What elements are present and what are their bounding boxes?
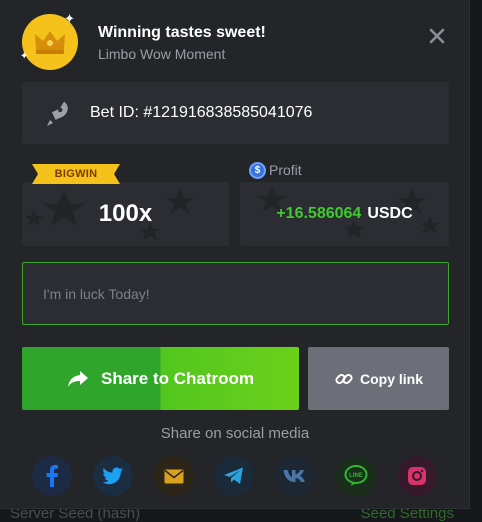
copy-button-label: Copy link — [359, 370, 423, 387]
social-media-label: Share on social media — [160, 425, 310, 442]
share-arrow-icon — [67, 370, 88, 387]
usdc-coin-icon: $ — [249, 161, 266, 179]
instagram-icon — [408, 467, 426, 485]
modal-header: ✦ ✦ Winning tastes sweet! Limbo Wow Mome… — [20, 12, 462, 72]
rocket-icon — [47, 101, 68, 126]
facebook-icon — [46, 465, 58, 487]
profit-card: +16.586064 USDC — [240, 182, 449, 246]
share-win-modal: ✦ ✦ Winning tastes sweet! Limbo Wow Mome… — [0, 0, 470, 509]
svg-text:LINE: LINE — [349, 473, 363, 479]
twitter-icon — [102, 467, 123, 485]
profit-label: Profit — [269, 162, 302, 178]
share-to-chatroom-button[interactable]: Share to Chatroom — [22, 347, 299, 410]
link-icon — [335, 373, 353, 384]
bigwin-label: BIGWIN — [54, 168, 98, 180]
vk-icon — [283, 470, 305, 482]
close-icon — [429, 28, 445, 44]
twitter-share-button[interactable] — [93, 456, 133, 496]
message-field[interactable] — [22, 262, 449, 325]
bigwin-card: 100x — [22, 182, 229, 246]
profit-currency: USDC — [367, 205, 413, 222]
instagram-share-button[interactable] — [397, 456, 437, 496]
bet-id-row: Bet ID: #121916838585041076 — [22, 82, 449, 144]
message-input[interactable] — [23, 263, 448, 324]
profit-header: $ Profit — [249, 160, 302, 180]
share-button-label: Share to Chatroom — [100, 368, 255, 388]
line-icon: LINE — [344, 465, 368, 486]
modal-title: Winning tastes sweet! — [98, 24, 266, 41]
telegram-icon — [224, 467, 243, 484]
close-button[interactable] — [425, 24, 449, 48]
telegram-share-button[interactable] — [214, 456, 254, 496]
copy-link-button[interactable]: Copy link — [308, 347, 449, 410]
mail-share-button[interactable] — [154, 456, 194, 496]
bigwin-ribbon: BIGWIN — [32, 164, 120, 184]
crown-badge-icon: ✦ ✦ — [20, 12, 78, 70]
profit-value: +16.586064 USDC — [240, 182, 449, 246]
multiplier-value: 100x — [98, 200, 153, 227]
profit-amount: +16.586064 — [276, 205, 362, 222]
mail-icon — [164, 469, 184, 483]
line-share-button[interactable]: LINE — [336, 456, 376, 496]
bet-id-text: Bet ID: #121916838585041076 — [90, 104, 313, 121]
modal-subtitle: Limbo Wow Moment — [98, 46, 226, 62]
vk-share-button[interactable] — [275, 456, 315, 496]
facebook-share-button[interactable] — [32, 456, 72, 496]
